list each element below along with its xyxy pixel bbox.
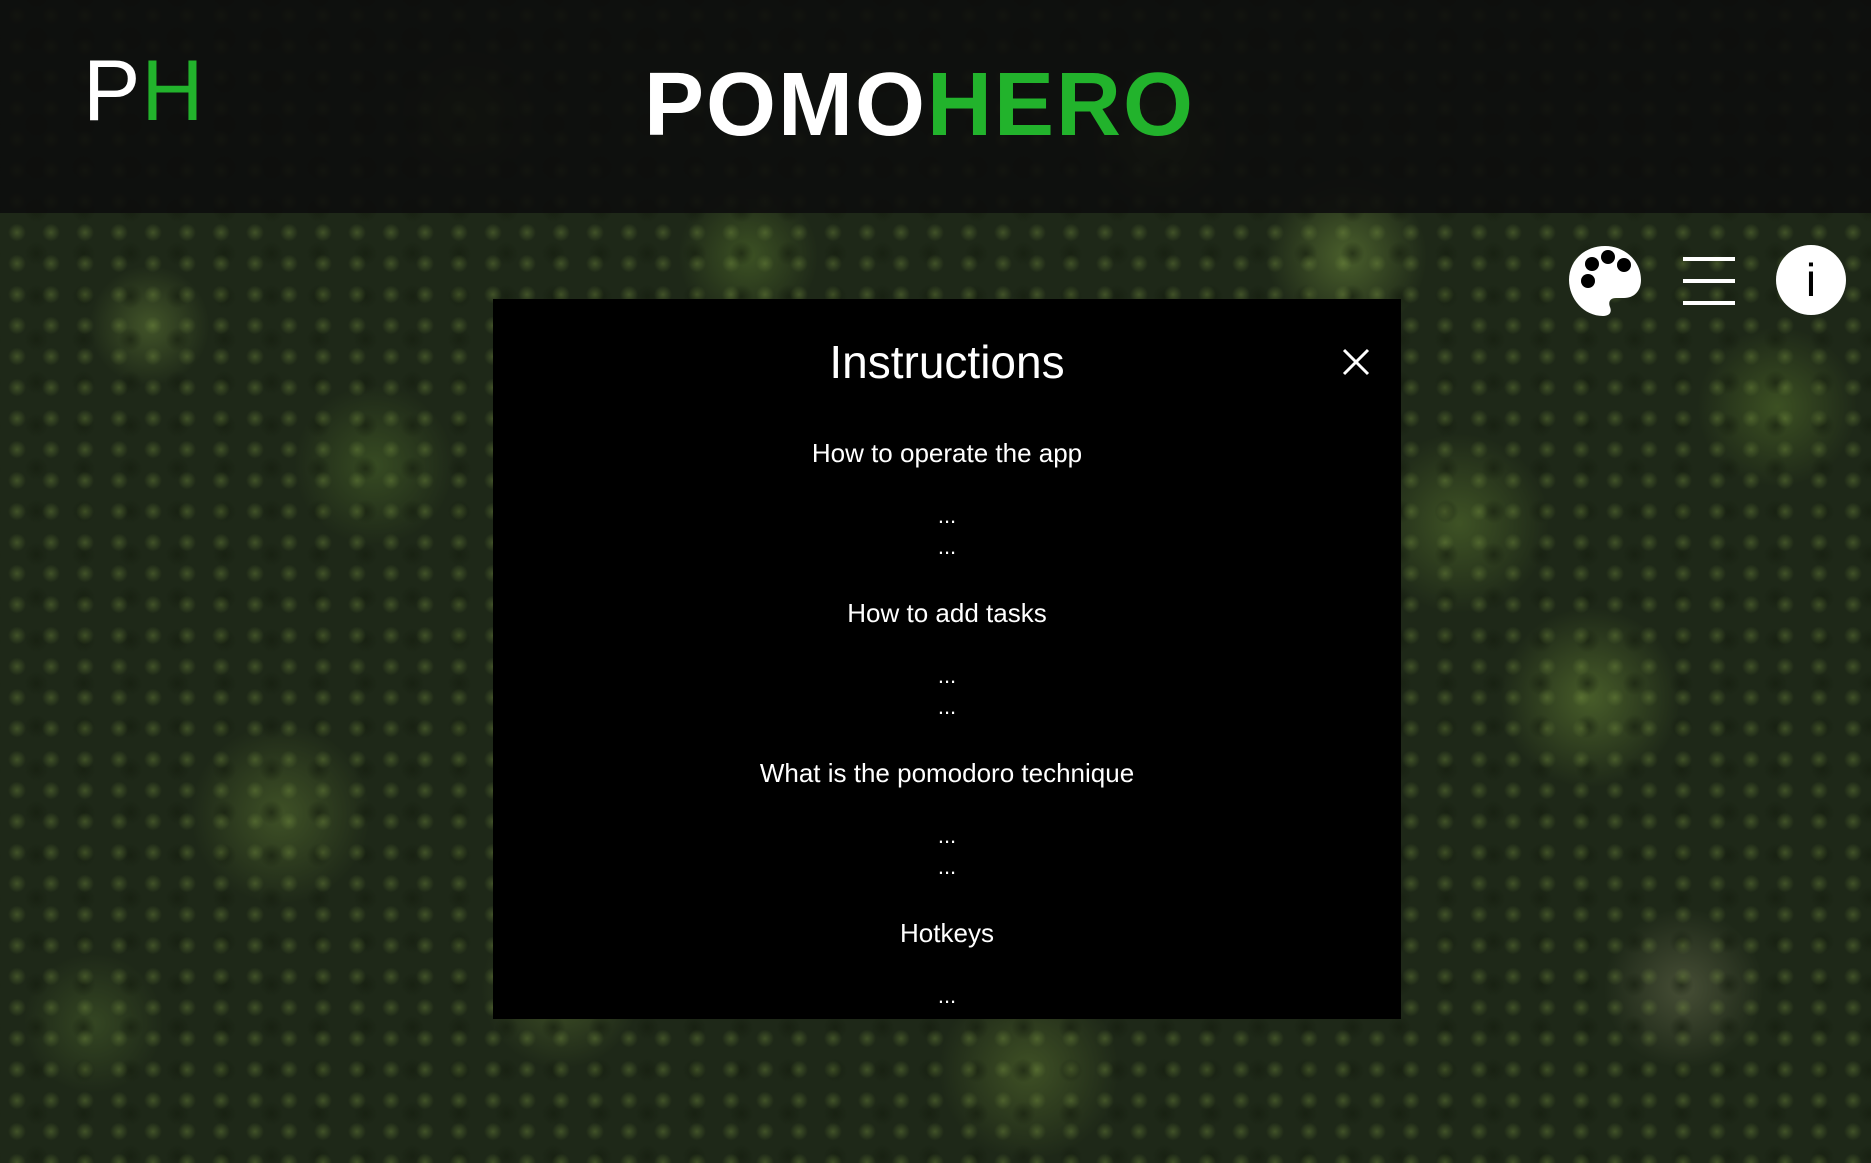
- modal-close-button[interactable]: [1341, 347, 1371, 377]
- section-line: ...: [937, 854, 957, 879]
- modal-body: How to operate the app ... ... How to ad…: [493, 437, 1401, 1011]
- section-heading: What is the pomodoro technique: [759, 758, 1135, 788]
- theme-palette-button[interactable]: [1566, 243, 1644, 321]
- section-heading: How to add tasks: [847, 598, 1047, 628]
- instruction-section: How to add tasks ... ...: [493, 597, 1401, 722]
- palette-icon: [1569, 246, 1641, 316]
- modal-title: Instructions: [829, 336, 1065, 388]
- menu-icon: [1683, 257, 1735, 305]
- app-title-pomo: POMO: [644, 55, 928, 155]
- info-button[interactable]: i: [1776, 245, 1846, 315]
- app-logo-small[interactable]: PH: [83, 48, 204, 134]
- section-heading: Hotkeys: [900, 918, 994, 948]
- instructions-modal: Instructions How to operate the app ... …: [493, 299, 1401, 1019]
- hamburger-menu-button[interactable]: [1683, 257, 1735, 305]
- instruction-section: How to operate the app ... ...: [493, 437, 1401, 562]
- section-heading: How to operate the app: [811, 438, 1083, 468]
- instruction-section: Hotkeys ...: [493, 917, 1401, 1011]
- section-line: ...: [937, 823, 957, 848]
- app-title: POMOHERO: [644, 60, 1195, 150]
- section-line: ...: [937, 983, 957, 1008]
- app-title-hero: HERO: [927, 55, 1196, 155]
- info-icon: i: [1805, 254, 1817, 306]
- logo-small-letter-h: H: [141, 43, 205, 139]
- app-header: PH POMOHERO: [0, 0, 1871, 213]
- logo-small-letter-p: P: [83, 43, 142, 139]
- close-icon: [1342, 348, 1370, 376]
- instruction-section: What is the pomodoro technique ... ...: [493, 757, 1401, 882]
- section-line: ...: [937, 694, 957, 719]
- section-line: ...: [937, 534, 957, 559]
- section-line: ...: [937, 663, 957, 688]
- section-line: ...: [937, 503, 957, 528]
